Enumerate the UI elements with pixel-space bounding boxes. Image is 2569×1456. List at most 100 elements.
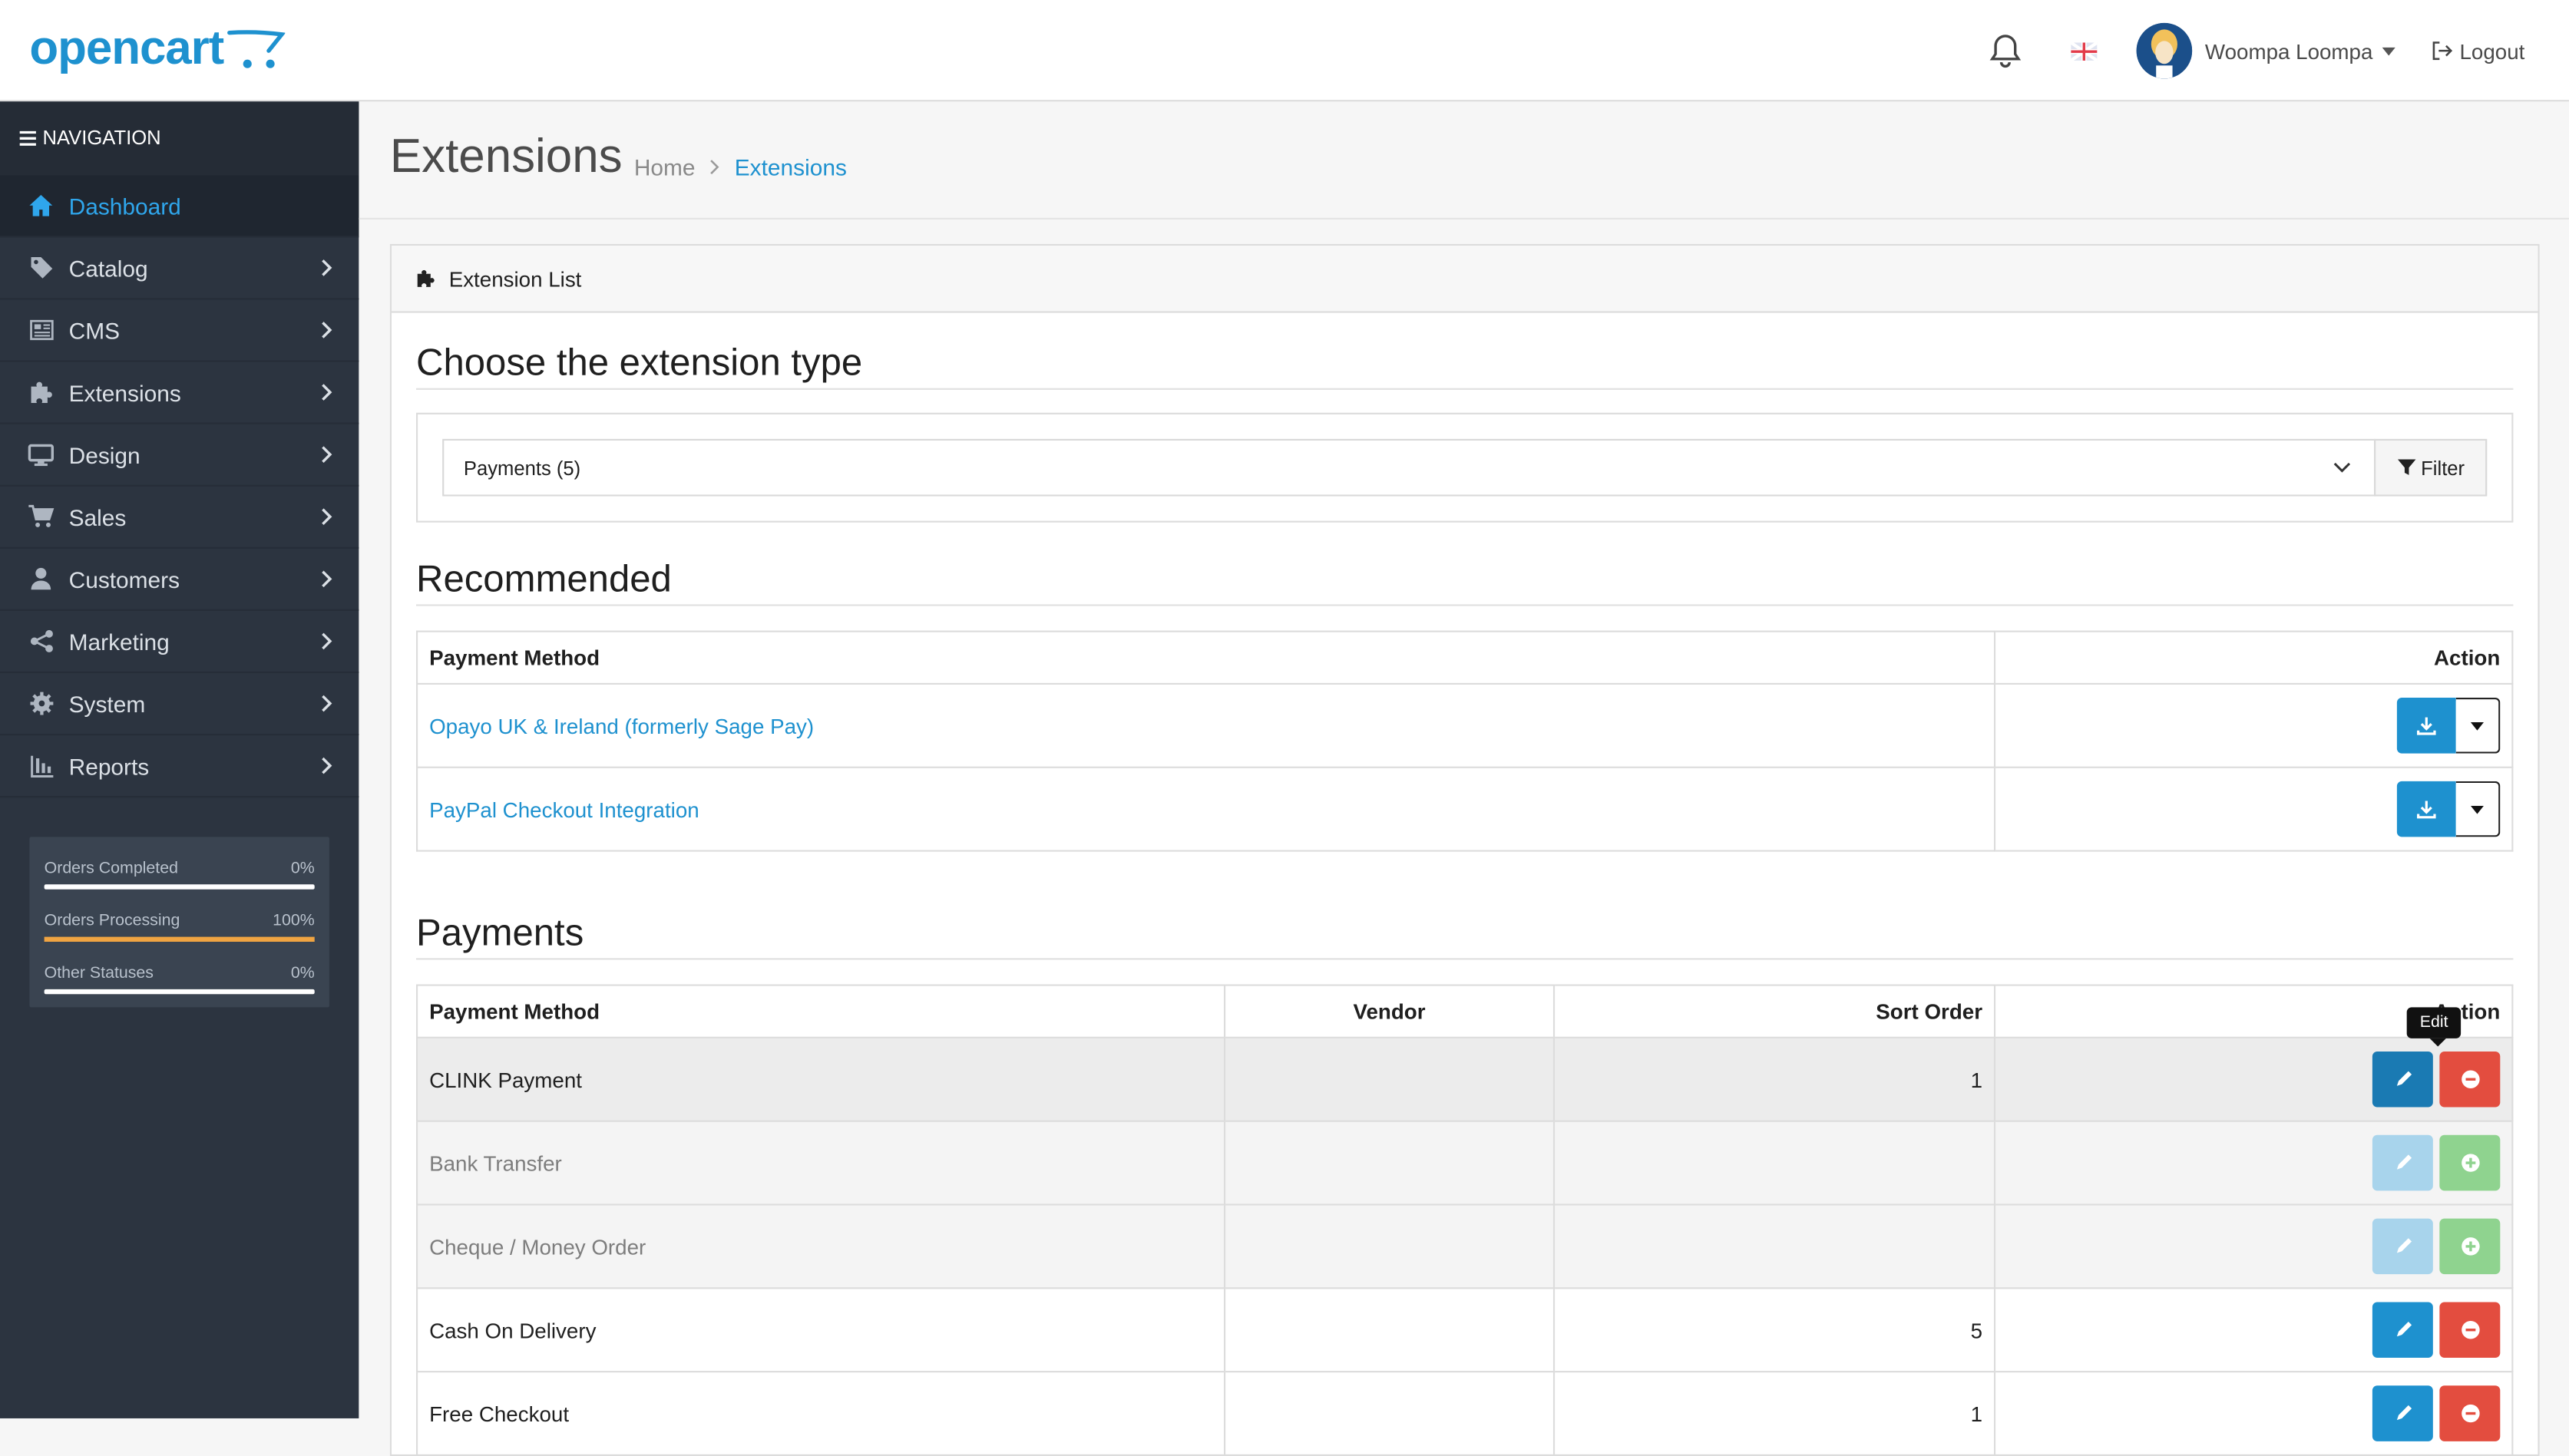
chevron-right-icon — [322, 322, 332, 338]
progress-bar — [44, 936, 315, 942]
user-name[interactable]: Woompa Loompa — [2205, 38, 2372, 63]
col-header-payment-method: Payment Method — [416, 984, 1226, 1038]
recommended-link[interactable]: Opayo UK & Ireland (formerly Sage Pay) — [429, 713, 814, 738]
navigation-toggle[interactable]: NAVIGATION — [0, 101, 359, 176]
download-button[interactable] — [2396, 781, 2456, 837]
pencil-icon — [2395, 1322, 2412, 1337]
payment-sort-order — [1552, 1203, 1996, 1289]
card-header: Extension List — [392, 246, 2538, 313]
extension-type-select[interactable]: Payments (5) — [442, 438, 2376, 497]
install-button[interactable] — [2439, 1134, 2501, 1191]
user-dropdown-caret-icon[interactable] — [2382, 46, 2396, 55]
stat-label: Orders Processing — [44, 912, 180, 931]
pencil-icon — [2395, 1071, 2412, 1086]
progress-bar — [44, 884, 315, 890]
stat-label: Other Statuses — [44, 964, 154, 983]
edit-tooltip: Edit — [2406, 1007, 2462, 1047]
sidebar-item-marketing[interactable]: Marketing — [0, 611, 359, 674]
extension-list-card: Extension List Choose the extension type… — [389, 243, 2540, 1456]
caret-down-icon — [2470, 804, 2484, 814]
payment-name: Cash On Delivery — [416, 1287, 1226, 1373]
table-row: Opayo UK & Ireland (formerly Sage Pay) — [416, 682, 2514, 768]
payment-sort-order: 1 — [1552, 1371, 1996, 1456]
caret-down-icon — [2470, 721, 2484, 730]
dropdown-toggle[interactable] — [2455, 781, 2501, 837]
pencil-icon — [2395, 1154, 2412, 1170]
payment-sort-order: 5 — [1552, 1287, 1996, 1373]
recommended-link[interactable]: PayPal Checkout Integration — [429, 797, 699, 821]
order-stats-panel: Orders Completed 0% Orders Processing 100%… — [29, 837, 329, 1008]
sidebar-item-cms[interactable]: CMS — [0, 300, 359, 362]
minus-circle-icon — [2461, 1404, 2479, 1423]
sidebar-item-design[interactable]: Design — [0, 424, 359, 487]
table-row: Bank Transfer — [416, 1120, 2514, 1206]
edit-button[interactable] — [2372, 1385, 2433, 1441]
sidebar-item-label: Sales — [68, 503, 127, 530]
uninstall-button[interactable] — [2439, 1302, 2501, 1359]
chevron-down-icon — [2333, 462, 2351, 473]
breadcrumb: Home Extensions — [634, 154, 847, 180]
stat-label: Orders Completed — [44, 860, 178, 878]
share-icon — [28, 628, 54, 654]
download-icon — [2417, 717, 2436, 735]
puzzle-icon — [28, 379, 54, 405]
table-row: PayPal Checkout Integration — [416, 766, 2514, 852]
chevron-right-icon — [710, 160, 720, 175]
bar-chart-icon — [28, 753, 54, 779]
chevron-right-icon — [322, 384, 332, 401]
main-content: Extensions Home Extensions Extension Lis… — [359, 101, 2569, 1456]
filter-label: Filter — [2421, 456, 2465, 480]
divider — [416, 958, 2514, 960]
install-button[interactable] — [2439, 1218, 2501, 1275]
edit-button[interactable] — [2372, 1302, 2433, 1359]
user-icon — [28, 566, 54, 592]
sidebar-item-reports[interactable]: Reports — [0, 735, 359, 798]
edit-button[interactable] — [2372, 1051, 2433, 1108]
breadcrumb-extensions[interactable]: Extensions — [735, 154, 847, 180]
sidebar-item-sales[interactable]: Sales — [0, 487, 359, 549]
chevron-right-icon — [322, 757, 332, 774]
dropdown-toggle[interactable] — [2455, 698, 2501, 754]
logo-text: opencart — [29, 21, 224, 75]
notification-bell-icon[interactable] — [1985, 31, 2025, 71]
sidebar-item-label: Design — [68, 441, 141, 468]
payments-table: Payment Method Vendor Sort Order Action … — [416, 984, 2514, 1456]
sidebar-item-dashboard[interactable]: Dashboard — [0, 175, 359, 238]
select-value: Payments (5) — [463, 456, 581, 480]
sidebar-item-extensions[interactable]: Extensions — [0, 362, 359, 424]
logout-link[interactable]: Logout — [2432, 38, 2524, 63]
stat-orders-completed: Orders Completed 0% — [44, 852, 315, 890]
breadcrumb-home[interactable]: Home — [634, 154, 696, 180]
payments-heading: Payments — [416, 910, 584, 953]
filter-button[interactable]: Filter — [2374, 438, 2488, 497]
choose-type-heading: Choose the extension type — [416, 340, 863, 384]
col-header-sort-order: Sort Order — [1552, 984, 1996, 1038]
plus-circle-icon — [2461, 1154, 2479, 1172]
sidebar-item-label: Dashboard — [68, 192, 181, 219]
uninstall-button[interactable] — [2439, 1385, 2501, 1441]
sidebar-item-system[interactable]: System — [0, 673, 359, 736]
sidebar: NAVIGATION Dashboard Catalog CMS Extensi… — [0, 101, 359, 1418]
menu-bars-icon — [19, 130, 36, 146]
stat-value: 0% — [290, 860, 315, 878]
navigation-title: NAVIGATION — [42, 126, 161, 150]
puzzle-icon — [417, 270, 435, 287]
sidebar-item-label: Reports — [68, 752, 150, 779]
monitor-icon — [28, 441, 54, 467]
uninstall-button[interactable] — [2439, 1051, 2501, 1108]
sidebar-item-catalog[interactable]: Catalog — [0, 237, 359, 300]
payment-name: CLINK Payment — [416, 1036, 1226, 1122]
uk-flag-icon[interactable] — [2070, 41, 2098, 60]
gear-icon — [28, 690, 54, 716]
minus-circle-icon — [2461, 1070, 2479, 1088]
payment-name: Cheque / Money Order — [416, 1203, 1226, 1289]
col-header-payment-method: Payment Method — [416, 630, 1996, 685]
user-avatar[interactable] — [2136, 22, 2192, 79]
chevron-right-icon — [322, 259, 332, 276]
payment-name: Free Checkout — [416, 1371, 1226, 1456]
page-title: Extensions — [389, 130, 623, 183]
sidebar-item-customers[interactable]: Customers — [0, 549, 359, 611]
opencart-logo[interactable]: opencart — [29, 20, 286, 79]
download-button[interactable] — [2396, 698, 2456, 754]
payment-vendor — [1224, 1203, 1556, 1289]
